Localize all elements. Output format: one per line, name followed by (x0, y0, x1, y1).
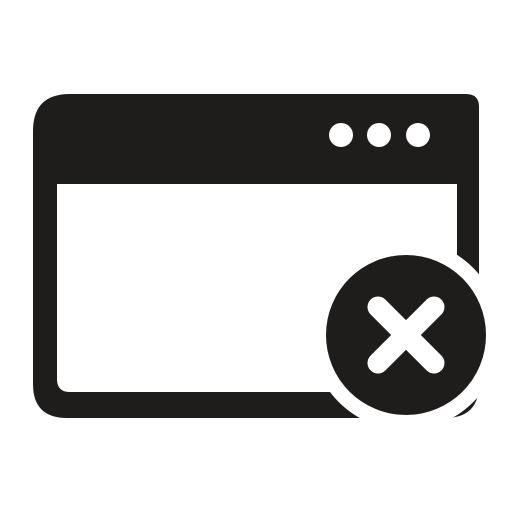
title-bar-dots (329, 123, 430, 147)
icon-canvas (0, 0, 512, 512)
title-bar-dot (329, 123, 353, 147)
close-badge (326, 255, 486, 415)
title-bar-dot (367, 123, 391, 147)
title-bar-dot (406, 123, 430, 147)
browser-window-close-icon (33, 94, 486, 418)
